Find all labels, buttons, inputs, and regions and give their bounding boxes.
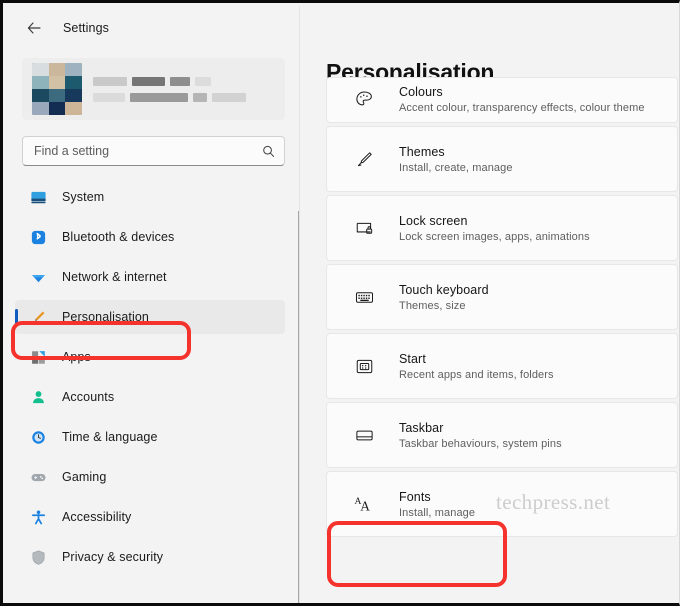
- shield-icon: [28, 547, 48, 567]
- sidebar-item-bluetooth-devices[interactable]: Bluetooth & devices: [15, 220, 285, 254]
- settings-card-fonts[interactable]: A A Fonts Install, manage: [326, 471, 678, 537]
- profile-name-redacted: [93, 76, 275, 86]
- card-subtitle: Themes, size: [399, 299, 466, 312]
- profile-email-redacted: [93, 92, 275, 102]
- settings-card-themes[interactable]: Themes Install, create, manage: [326, 126, 678, 192]
- taskbar-icon: [349, 420, 379, 450]
- sidebar-item-label: Personalisation: [62, 310, 149, 324]
- card-title: Fonts: [399, 489, 431, 504]
- settings-card-taskbar[interactable]: Taskbar Taskbar behaviours, system pins: [326, 402, 678, 468]
- sidebar-item-system[interactable]: System: [15, 180, 285, 214]
- sidebar: Settings Find a setting System Bluetooth…: [6, 6, 300, 603]
- main-content: Personalisation Colours Accent colour, t…: [301, 6, 679, 603]
- sidebar-item-apps[interactable]: Apps: [15, 340, 285, 374]
- user-profile-card[interactable]: [22, 58, 285, 120]
- keyboard-icon: [349, 282, 379, 312]
- card-title: Start: [399, 351, 426, 366]
- sidebar-item-accounts[interactable]: Accounts: [15, 380, 285, 414]
- sidebar-item-label: Gaming: [62, 470, 107, 484]
- gamepad-icon: [28, 467, 48, 487]
- paintbrush-icon: [349, 144, 379, 174]
- card-title: Colours: [399, 85, 443, 99]
- svg-text:A: A: [360, 498, 370, 513]
- sidebar-item-label: Network & internet: [62, 270, 167, 284]
- page-title: Personalisation: [326, 59, 495, 85]
- search-input[interactable]: [34, 144, 261, 158]
- card-subtitle: Lock screen images, apps, animations: [399, 230, 590, 243]
- sidebar-item-gaming[interactable]: Gaming: [15, 460, 285, 494]
- start-menu-icon: [349, 351, 379, 381]
- sidebar-item-label: Time & language: [62, 430, 158, 444]
- accessibility-icon: [28, 507, 48, 527]
- card-title: Touch keyboard: [399, 282, 489, 297]
- sidebar-item-label: Apps: [62, 350, 91, 364]
- app-title: Settings: [63, 20, 109, 35]
- person-icon: [28, 387, 48, 407]
- title-bar: Settings: [6, 6, 299, 49]
- palette-icon: [349, 84, 379, 114]
- wifi-icon: [28, 267, 48, 287]
- profile-redacted-text: [93, 76, 275, 102]
- sidebar-item-privacy-security[interactable]: Privacy & security: [15, 540, 285, 574]
- card-title: Lock screen: [399, 213, 468, 228]
- card-subtitle: Install, create, manage: [399, 161, 513, 174]
- back-arrow-icon: [27, 21, 41, 34]
- settings-card-touch-keyboard[interactable]: Touch keyboard Themes, size: [326, 264, 678, 330]
- sidebar-item-label: Accessibility: [62, 510, 132, 524]
- card-title: Themes: [399, 144, 445, 159]
- settings-card-colours[interactable]: Colours Accent colour, transparency effe…: [326, 77, 678, 123]
- monitor-icon: [28, 187, 48, 207]
- search-box[interactable]: [22, 136, 285, 166]
- paintbrush-icon: [28, 307, 48, 327]
- bluetooth-icon: [28, 227, 48, 247]
- fonts-aa-icon: A A: [349, 489, 379, 519]
- search-icon[interactable]: [261, 144, 276, 159]
- clock-icon: [28, 427, 48, 447]
- apps-grid-icon: [28, 347, 48, 367]
- settings-window: Settings Find a setting System Bluetooth…: [0, 0, 680, 606]
- lock-screen-icon: [349, 213, 379, 243]
- sidebar-item-time-language[interactable]: Time & language: [15, 420, 285, 454]
- card-subtitle: Install, manage: [399, 506, 476, 519]
- avatar: [32, 63, 82, 115]
- back-button[interactable]: [19, 13, 49, 43]
- sidebar-item-personalisation[interactable]: Personalisation: [15, 300, 285, 334]
- sidebar-scrollbar[interactable]: [298, 211, 299, 603]
- settings-card-start[interactable]: Start Recent apps and items, folders: [326, 333, 678, 399]
- sidebar-nav: System Bluetooth & devices Network & int…: [6, 180, 299, 574]
- sidebar-item-label: Privacy & security: [62, 550, 164, 564]
- settings-card-lock-screen[interactable]: Lock screen Lock screen images, apps, an…: [326, 195, 678, 261]
- settings-card-list: Colours Accent colour, transparency effe…: [301, 77, 679, 537]
- card-subtitle: Taskbar behaviours, system pins: [399, 437, 562, 450]
- card-title: Taskbar: [399, 420, 444, 435]
- sidebar-item-accessibility[interactable]: Accessibility: [15, 500, 285, 534]
- sidebar-item-label: Bluetooth & devices: [62, 230, 175, 244]
- sidebar-item-label: Accounts: [62, 390, 115, 404]
- sidebar-item-network-internet[interactable]: Network & internet: [15, 260, 285, 294]
- sidebar-item-label: System: [62, 190, 105, 204]
- card-subtitle: Accent colour, transparency effects, col…: [399, 102, 645, 114]
- card-subtitle: Recent apps and items, folders: [399, 368, 554, 381]
